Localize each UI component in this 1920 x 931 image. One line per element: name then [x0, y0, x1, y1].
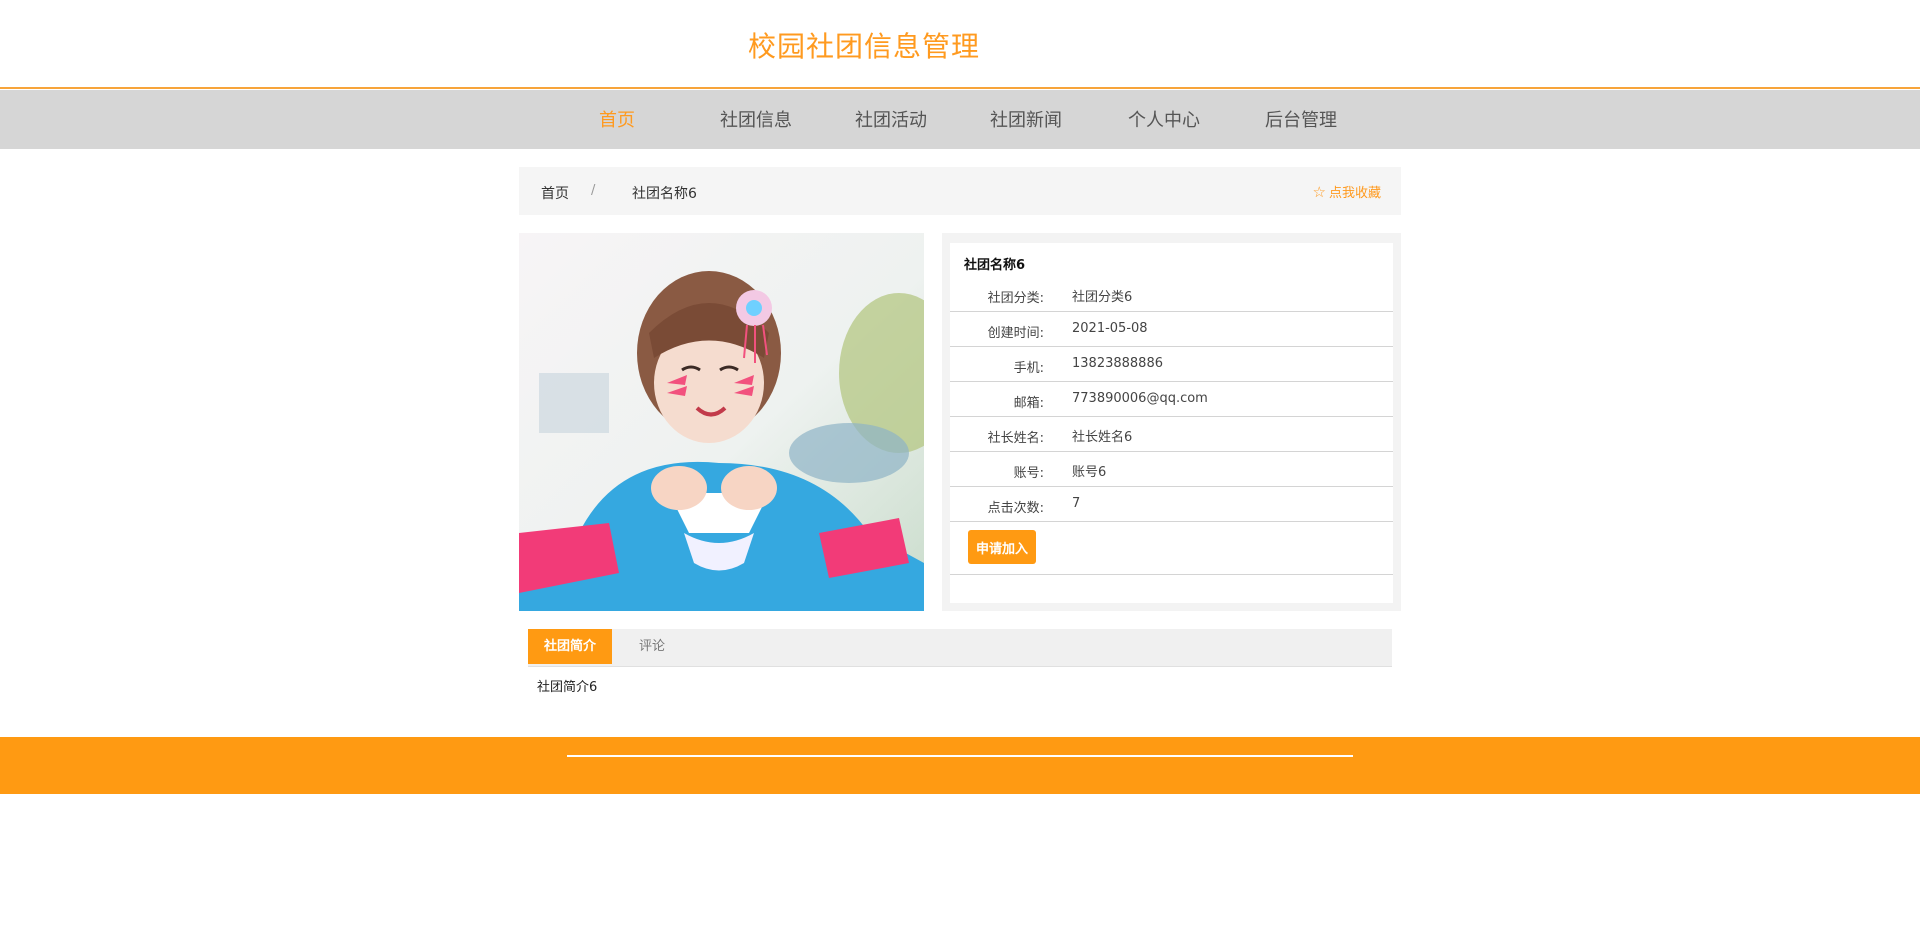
phone-label: 手机:: [1013, 361, 1044, 376]
star-outline-icon: ☆: [1312, 183, 1326, 201]
nav-item-club-activities[interactable]: 社团活动: [855, 106, 927, 132]
nav-item-home[interactable]: 首页: [599, 106, 635, 132]
club-info-panel: 社团名称6 社团分类: 社团分类6 创建时间: 2021-05-08 手机: 1…: [942, 233, 1401, 611]
president-label: 社长姓名:: [987, 431, 1044, 446]
info-row-phone: 手机: 13823888886: [950, 347, 1393, 382]
footer-divider: [567, 755, 1353, 757]
nav-item-personal-center[interactable]: 个人中心: [1128, 106, 1200, 132]
category-label: 社团分类:: [987, 291, 1044, 306]
favorite-button[interactable]: ☆ 点我收藏: [1313, 182, 1381, 201]
email-label: 邮箱:: [1013, 396, 1044, 411]
club-name: 社团名称6: [964, 258, 1026, 273]
breadcrumb-home[interactable]: 首页: [541, 183, 569, 203]
created-value: 2021-05-08: [1072, 321, 1148, 336]
phone-value: 13823888886: [1072, 356, 1163, 371]
clicks-value: 7: [1072, 496, 1081, 511]
info-row-account: 账号: 账号6: [950, 452, 1393, 487]
site-header: 校园社团信息管理: [0, 0, 1920, 89]
club-photo: [519, 233, 924, 611]
created-label: 创建时间:: [987, 326, 1044, 341]
site-title: 校园社团信息管理: [748, 30, 981, 63]
account-label: 账号:: [1013, 466, 1044, 481]
clicks-label: 点击次数:: [987, 501, 1044, 516]
email-value: 773890006@qq.com: [1072, 391, 1208, 406]
tab-club-intro[interactable]: 社团简介: [528, 629, 612, 664]
main-nav: 首页 社团信息 社团活动 社团新闻 个人中心 后台管理: [0, 90, 1920, 149]
club-intro-text: 社团简介6: [537, 680, 598, 695]
breadcrumb: 首页 / 社团名称6 ☆ 点我收藏: [519, 167, 1401, 215]
site-footer: [0, 737, 1920, 794]
nav-item-club-news[interactable]: 社团新闻: [990, 106, 1062, 132]
account-value: 账号6: [1072, 465, 1107, 480]
info-row-clicks: 点击次数: 7: [950, 487, 1393, 522]
apply-join-button[interactable]: 申请加入: [968, 530, 1036, 564]
divider: [950, 574, 1393, 575]
president-value: 社长姓名6: [1072, 430, 1133, 445]
favorite-label: 点我收藏: [1328, 186, 1381, 201]
info-row-president: 社长姓名: 社长姓名6: [950, 417, 1393, 452]
nav-item-admin[interactable]: 后台管理: [1265, 106, 1337, 132]
nav-item-club-info[interactable]: 社团信息: [720, 106, 792, 132]
tab-comments[interactable]: 评论: [612, 629, 692, 664]
breadcrumb-separator: /: [591, 183, 596, 198]
info-row-created: 创建时间: 2021-05-08: [950, 312, 1393, 347]
breadcrumb-current: 社团名称6: [632, 186, 697, 202]
category-value: 社团分类6: [1072, 290, 1133, 305]
club-info-card: 社团名称6 社团分类: 社团分类6 创建时间: 2021-05-08 手机: 1…: [950, 243, 1393, 603]
info-row-category: 社团分类: 社团分类6: [950, 277, 1393, 312]
info-row-email: 邮箱: 773890006@qq.com: [950, 382, 1393, 417]
detail-tabs: 社团简介 评论: [528, 629, 1392, 667]
